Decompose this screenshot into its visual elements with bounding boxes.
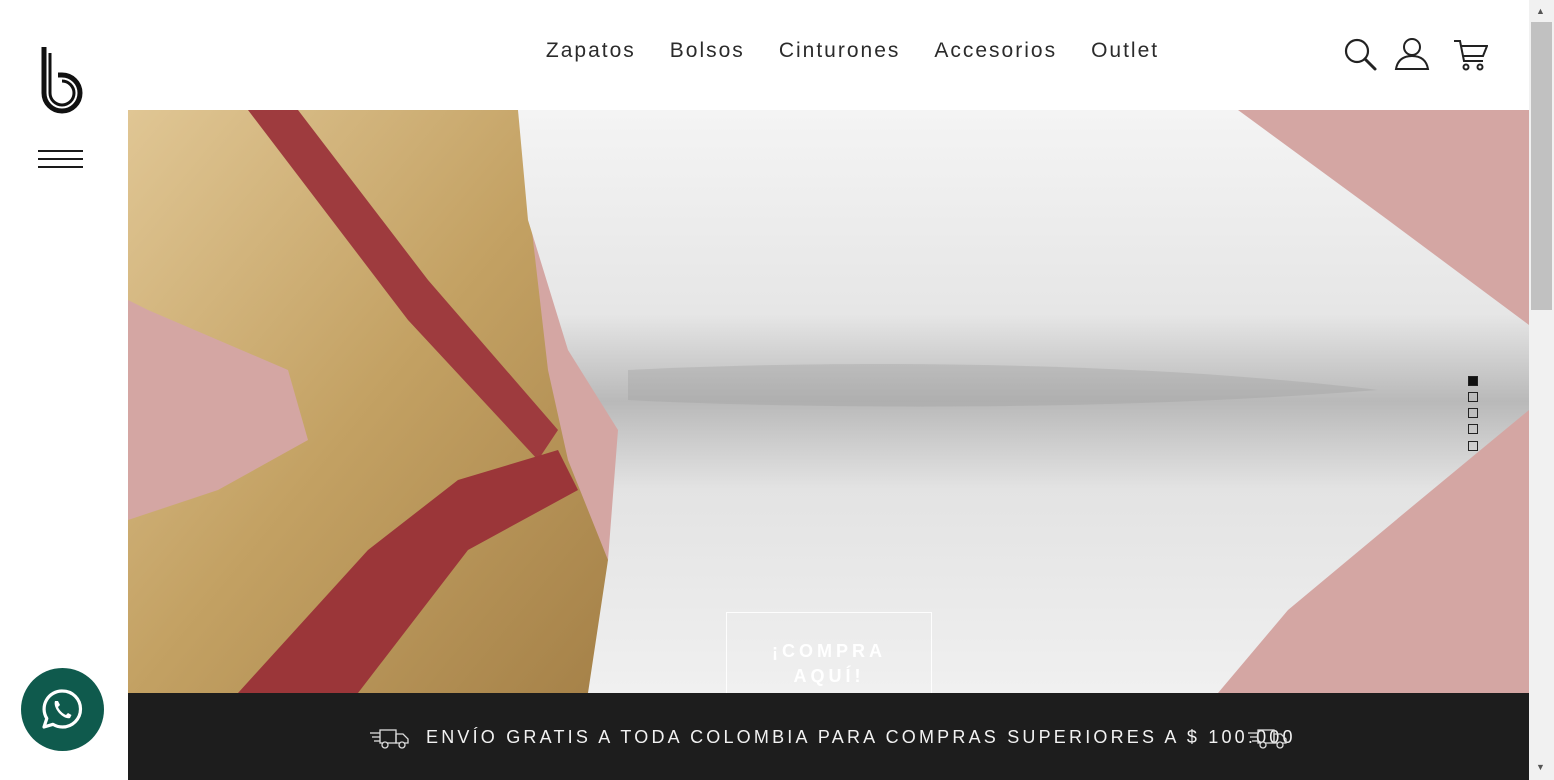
scroll-down-arrow-icon[interactable]: ▼: [1536, 762, 1545, 772]
scroll-up-arrow-icon[interactable]: ▲: [1536, 6, 1545, 16]
slide-dot-5[interactable]: [1468, 441, 1478, 451]
hero-image: [128, 110, 1529, 693]
shop-now-button[interactable]: ¡COMPRA AQUÍ!: [726, 612, 932, 693]
slide-dot-3[interactable]: [1468, 408, 1478, 418]
whatsapp-button[interactable]: [21, 668, 104, 751]
whatsapp-icon: [42, 689, 83, 729]
cart-icon[interactable]: [1452, 36, 1488, 72]
scroll-thumb[interactable]: [1531, 22, 1552, 310]
promo-bar: ENVÍO GRATIS A TODA COLOMBIA PARA COMPRA…: [128, 693, 1529, 780]
delivery-truck-icon: [370, 729, 409, 749]
hamburger-menu-button[interactable]: [38, 150, 83, 172]
brand-logo[interactable]: [38, 45, 86, 115]
nav-item-outlet[interactable]: Outlet: [1091, 36, 1159, 66]
nav-item-zapatos[interactable]: Zapatos: [546, 36, 636, 66]
nav-item-accesorios[interactable]: Accesorios: [934, 36, 1057, 66]
header: Zapatos Bolsos Cinturones Accesorios Out…: [128, 0, 1529, 110]
slide-dot-4[interactable]: [1468, 424, 1478, 434]
delivery-truck-icon: [1248, 729, 1287, 749]
slide-indicators: [1468, 376, 1480, 456]
nav-item-bolsos[interactable]: Bolsos: [670, 36, 745, 66]
nav-item-cinturones[interactable]: Cinturones: [779, 36, 901, 66]
slide-dot-2[interactable]: [1468, 392, 1478, 402]
slide-dot-1[interactable]: [1468, 376, 1478, 386]
search-icon[interactable]: [1342, 36, 1378, 72]
shop-now-label: ¡COMPRA AQUÍ!: [772, 641, 886, 686]
main-nav: Zapatos Bolsos Cinturones Accesorios Out…: [128, 36, 1529, 66]
user-icon[interactable]: [1394, 36, 1430, 72]
sidebar: [0, 0, 128, 780]
free-shipping-text: ENVÍO GRATIS A TODA COLOMBIA PARA COMPRA…: [426, 727, 1296, 747]
hero-banner: ¡COMPRA AQUÍ!: [128, 110, 1529, 693]
page-scrollbar[interactable]: ▲ ▼: [1529, 0, 1554, 780]
